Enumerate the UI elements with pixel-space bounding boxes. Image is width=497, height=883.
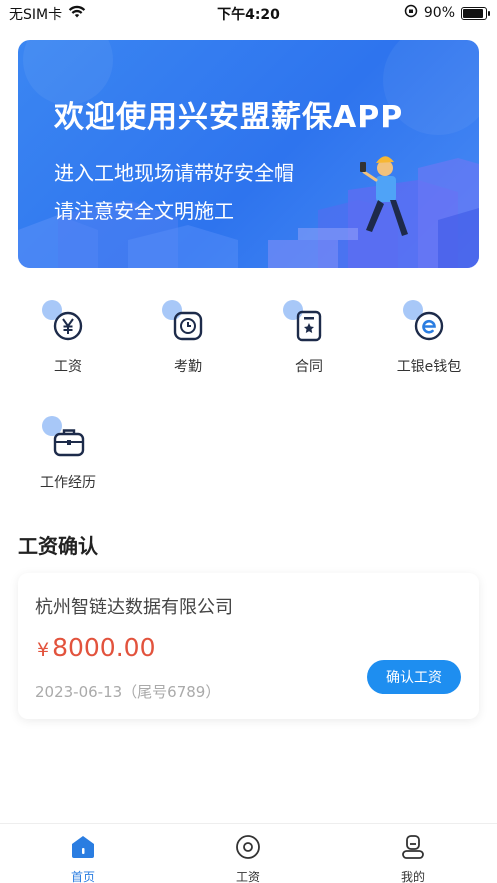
tab-label-salary: 工资	[235, 870, 260, 883]
quick-label-e-wallet: 工银e钱包	[396, 359, 462, 375]
tab-salary[interactable]: 工资	[208, 834, 288, 883]
briefcase-icon	[42, 416, 88, 462]
profile-icon	[402, 835, 424, 859]
banner-line-1: 进入工地现场请带好安全帽	[54, 161, 294, 185]
quick-label-attendance: 考勤	[174, 359, 202, 375]
confirm-salary-button[interactable]: 确认工资	[367, 660, 461, 694]
banner-line-2: 请注意安全文明施工	[54, 199, 234, 223]
salary-confirm-card: 杭州智链达数据有限公司 ¥8000.00 2023-06-13（尾号6789） …	[18, 573, 479, 719]
tab-profile[interactable]: 我的	[373, 834, 453, 883]
quick-item-e-wallet[interactable]: 工银e钱包	[369, 300, 489, 376]
quick-label-contract: 合同	[295, 359, 323, 375]
quick-item-work-history[interactable]: 工作经历	[8, 416, 128, 492]
banner-illustration	[18, 40, 479, 268]
battery-fill	[463, 8, 483, 18]
contract-icon	[283, 300, 329, 346]
battery-icon	[461, 6, 490, 20]
quick-item-salary[interactable]: 工资	[8, 300, 128, 376]
salary-confirm-title: 工资确认	[18, 534, 98, 558]
yen-circle-icon	[42, 300, 88, 346]
tab-label-profile: 我的	[400, 870, 425, 883]
tab-home[interactable]: 首页	[43, 834, 123, 883]
welcome-banner[interactable]: 欢迎使用兴安盟薪保APP 进入工地现场请带好安全帽 请注意安全文明施工	[18, 40, 479, 268]
status-right: 90%	[404, 4, 490, 22]
battery-percent: 90%	[423, 5, 455, 21]
salary-date: 2023-06-13（尾号6789）	[35, 683, 221, 701]
tab-label-home: 首页	[70, 870, 95, 883]
e-wallet-icon	[403, 300, 449, 346]
currency-symbol: ¥	[37, 639, 50, 661]
salary-icon	[236, 835, 260, 859]
banner-title: 欢迎使用兴安盟薪保APP	[54, 100, 404, 135]
orientation-lock-icon	[404, 4, 418, 22]
salary-amount: ¥8000.00	[37, 633, 155, 662]
quick-item-attendance[interactable]: 考勤	[128, 300, 248, 376]
company-name: 杭州智链达数据有限公司	[35, 597, 233, 618]
quick-label-work-history: 工作经历	[40, 475, 96, 491]
bottom-tab-bar: 首页 工资 我的	[0, 823, 497, 883]
home-icon	[72, 836, 94, 858]
amount-value: 8000.00	[52, 633, 156, 662]
quick-label-salary: 工资	[54, 359, 82, 375]
status-bar: 无SIM卡 下午4:20 90%	[0, 0, 497, 26]
quick-item-contract[interactable]: 合同	[249, 300, 369, 376]
clock-icon	[162, 300, 208, 346]
